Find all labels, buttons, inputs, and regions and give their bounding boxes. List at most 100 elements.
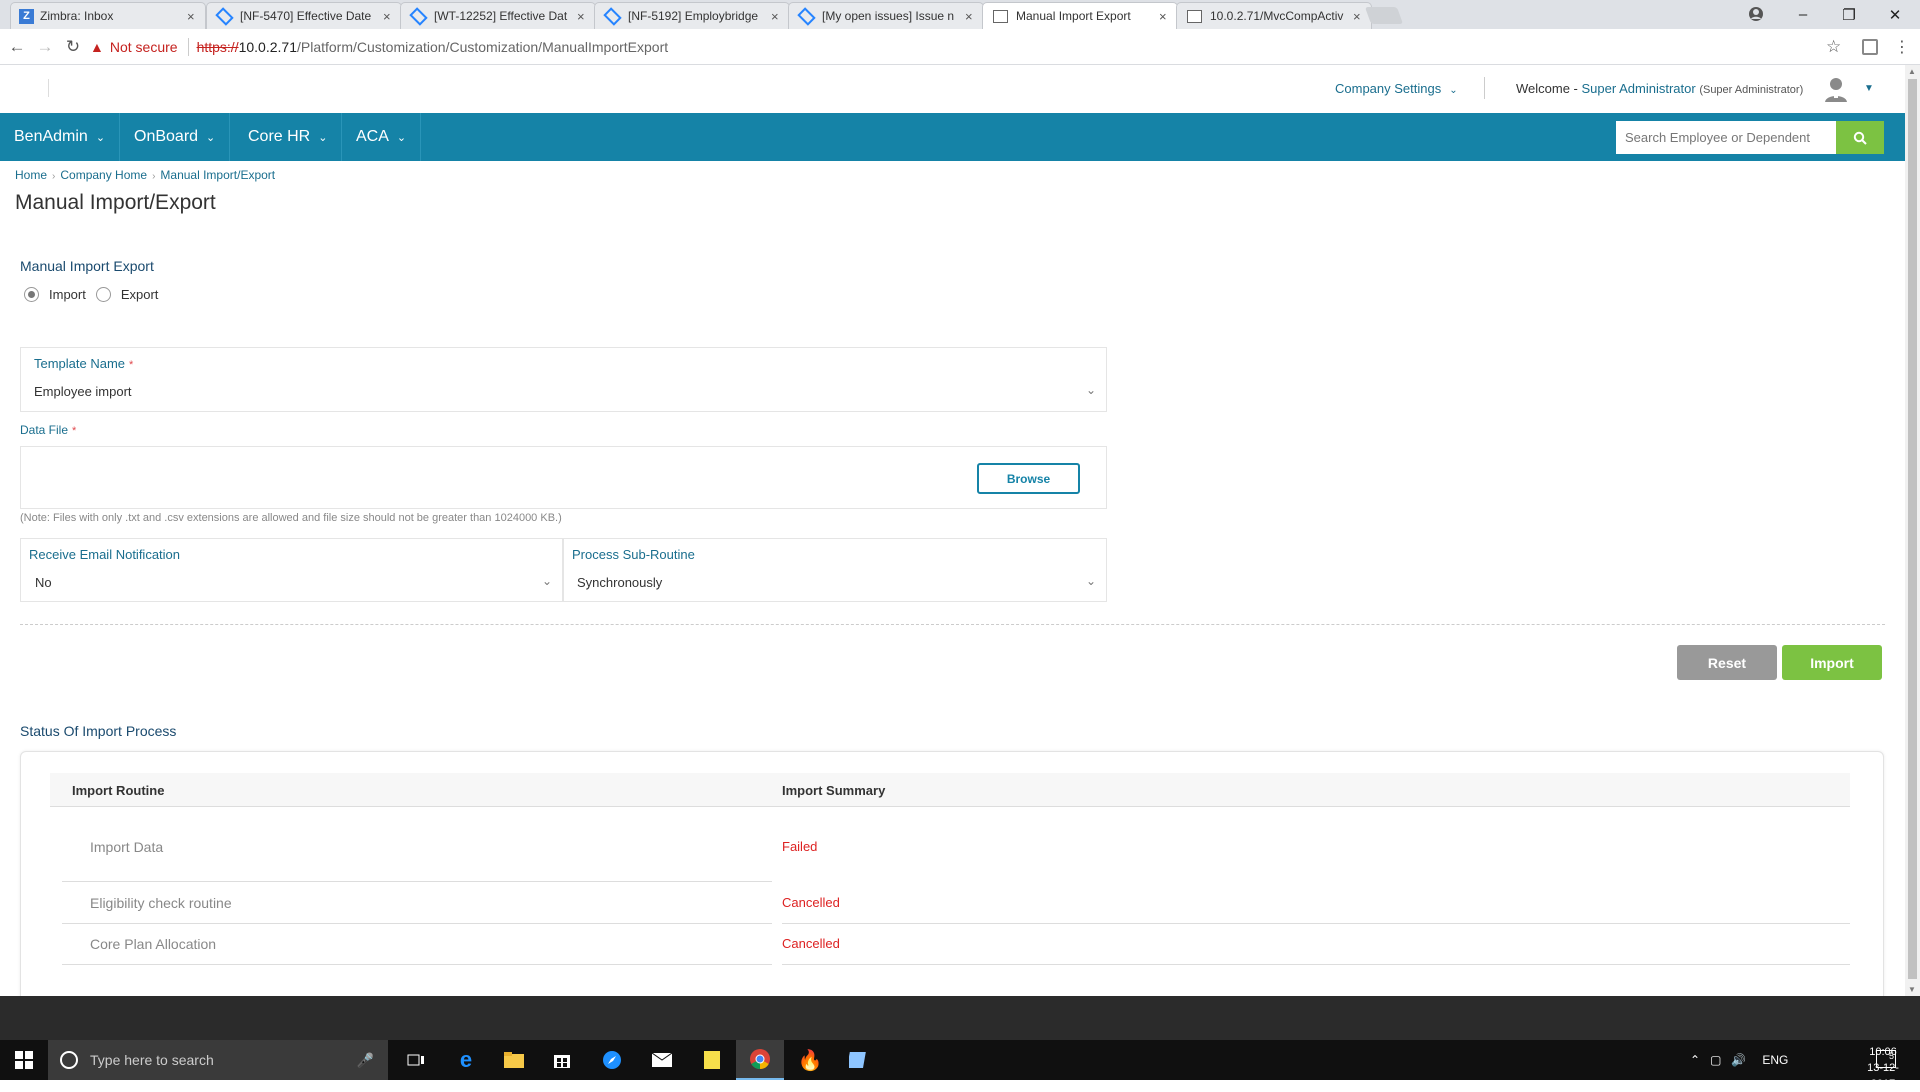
warning-icon: ▲ <box>90 39 104 55</box>
company-settings-menu[interactable]: Company Settings ⌄ <box>1335 81 1458 96</box>
email-notification-value: No <box>35 575 52 590</box>
company-settings-label: Company Settings <box>1335 81 1442 96</box>
extension-icon[interactable] <box>1862 39 1878 55</box>
scroll-up-icon[interactable]: ▲ <box>1908 67 1916 76</box>
browser-tab[interactable]: [My open issues] Issue n × <box>788 2 984 29</box>
browser-menu-icon[interactable]: ⋮ <box>1894 37 1910 57</box>
section-divider <box>20 624 1885 625</box>
divider <box>187 38 189 56</box>
profile-icon[interactable] <box>1748 6 1764 22</box>
scroll-down-icon[interactable]: ▼ <box>1908 985 1916 994</box>
close-icon[interactable]: × <box>1159 9 1169 24</box>
scrollbar-thumb[interactable] <box>1908 79 1917 979</box>
browser-tab[interactable]: [WT-12252] Effective Dat × <box>400 2 596 29</box>
document-icon <box>1187 9 1202 23</box>
reload-icon[interactable]: ↻ <box>62 36 84 58</box>
close-icon[interactable]: × <box>187 9 197 24</box>
jira-icon <box>603 6 622 26</box>
template-name-value: Employee import <box>34 384 132 399</box>
windows-taskbar: Type here to search 🎤 e 🔥 ⌃ ▢ 🔊 ENG 10:0… <box>0 1040 1920 1090</box>
data-file-label: Data File * <box>20 423 76 437</box>
not-secure-label: Not secure <box>109 39 178 55</box>
chevron-right-icon: › <box>52 171 56 182</box>
app-window-icon[interactable] <box>834 1040 882 1080</box>
volume-icon[interactable]: 🔊 <box>1731 1053 1746 1067</box>
nav-item-onboard[interactable]: OnBoard ⌄ <box>120 113 231 161</box>
tab-label: [WT-12252] Effective Dat <box>434 9 568 23</box>
language-indicator[interactable]: ENG <box>1762 1053 1788 1067</box>
data-file-field[interactable] <box>20 446 1107 509</box>
minimize-icon[interactable]: – <box>1780 0 1826 29</box>
nav-item-aca[interactable]: ACA ⌄ <box>342 113 422 161</box>
browser-tab[interactable]: [NF-5192] Employbridge × <box>594 2 790 29</box>
file-note: (Note: Files with only .txt and .csv ext… <box>20 512 562 524</box>
file-explorer-icon[interactable] <box>490 1040 538 1080</box>
browser-tab[interactable]: [NF-5470] Effective Date × <box>206 2 402 29</box>
notifications-icon[interactable]: 5 <box>1876 1050 1896 1068</box>
nav-item-core-hr[interactable]: Core HR ⌄ <box>234 113 343 161</box>
edge-browser-icon[interactable]: e <box>442 1040 490 1080</box>
network-icon[interactable]: ▢ <box>1710 1053 1721 1067</box>
breadcrumb-current[interactable]: Manual Import/Export <box>160 168 275 182</box>
user-menu-caret-icon[interactable]: ▼ <box>1864 83 1874 94</box>
avatar[interactable] <box>1822 75 1850 103</box>
reset-button[interactable]: Reset <box>1677 645 1777 680</box>
export-radio-label: Export <box>120 287 159 302</box>
close-icon[interactable]: × <box>577 9 587 24</box>
search-button[interactable] <box>1836 121 1884 154</box>
close-icon[interactable]: × <box>383 9 393 24</box>
app-header: Company Settings ⌄ Welcome - Super Admini… <box>0 65 1905 113</box>
routine-cell: Import Data <box>90 839 164 855</box>
url-field[interactable]: ▲ Not secure https:// 10.0.2.71 /Platfor… <box>90 33 1842 61</box>
breadcrumb-home[interactable]: Home <box>15 168 47 182</box>
tab-label: Manual Import Export <box>1016 9 1131 23</box>
chevron-up-icon[interactable]: ⌃ <box>1690 1053 1700 1067</box>
status-cell-cancelled: Cancelled <box>782 936 840 951</box>
forward-arrow-icon[interactable]: → <box>34 36 56 58</box>
browser-tab[interactable]: 10.0.2.71/MvcCompActiv × <box>1176 2 1372 29</box>
nav-label: Core HR <box>248 128 311 145</box>
status-cell-failed: Failed <box>782 839 818 854</box>
data-file-label-text: Data File <box>20 423 69 437</box>
import-radio[interactable] <box>24 287 39 302</box>
row-divider <box>782 964 1850 965</box>
mail-icon[interactable] <box>638 1040 686 1080</box>
store-icon[interactable] <box>538 1040 586 1080</box>
safari-compass-icon[interactable] <box>588 1040 636 1080</box>
template-name-dropdown[interactable] <box>20 347 1107 412</box>
export-radio[interactable] <box>95 287 111 302</box>
back-arrow-icon[interactable]: ← <box>6 36 28 58</box>
nav-item-benadmin[interactable]: BenAdmin ⌄ <box>0 113 121 161</box>
routine-cell: Core Plan Allocation <box>90 936 217 952</box>
flame-app-icon[interactable]: 🔥 <box>786 1040 834 1080</box>
row-divider <box>62 923 772 924</box>
new-tab-button[interactable] <box>1364 7 1404 24</box>
employee-search-input[interactable] <box>1616 121 1836 154</box>
browser-tab[interactable]: Z Zimbra: Inbox × <box>10 2 206 29</box>
chevron-down-icon: ⌄ <box>1086 383 1097 397</box>
close-window-icon[interactable]: ✕ <box>1872 0 1918 29</box>
close-icon[interactable]: × <box>965 9 975 24</box>
user-role: (Super Administrator) <box>1699 84 1804 96</box>
import-radio-label: Import <box>49 287 86 302</box>
start-button[interactable] <box>0 1040 48 1080</box>
user-name-link[interactable]: Super Administrator <box>1582 81 1696 96</box>
restore-icon[interactable]: ❐ <box>1826 0 1872 29</box>
task-view-icon[interactable] <box>392 1040 440 1080</box>
bookmark-star-icon[interactable]: ☆ <box>1826 37 1841 57</box>
browse-button[interactable]: Browse <box>977 463 1080 494</box>
breadcrumb-company-home[interactable]: Company Home <box>60 168 147 182</box>
close-icon[interactable]: × <box>1353 9 1363 24</box>
column-header-summary: Import Summary <box>782 783 886 798</box>
template-name-label-text: Template Name <box>34 356 126 371</box>
chrome-icon[interactable] <box>736 1040 784 1080</box>
microphone-icon[interactable]: 🎤 <box>357 1052 374 1069</box>
sticky-notes-icon[interactable] <box>688 1040 736 1080</box>
taskbar-search-placeholder: Type here to search <box>90 1052 214 1068</box>
browser-tab-active[interactable]: Manual Import Export × <box>982 2 1178 29</box>
page-scrollbar[interactable]: ▲ ▼ <box>1905 65 1920 997</box>
close-icon[interactable]: × <box>771 9 781 24</box>
taskbar-search-input[interactable]: Type here to search 🎤 <box>48 1040 388 1080</box>
import-button[interactable]: Import <box>1782 645 1882 680</box>
section-title: Manual Import Export <box>20 258 154 274</box>
